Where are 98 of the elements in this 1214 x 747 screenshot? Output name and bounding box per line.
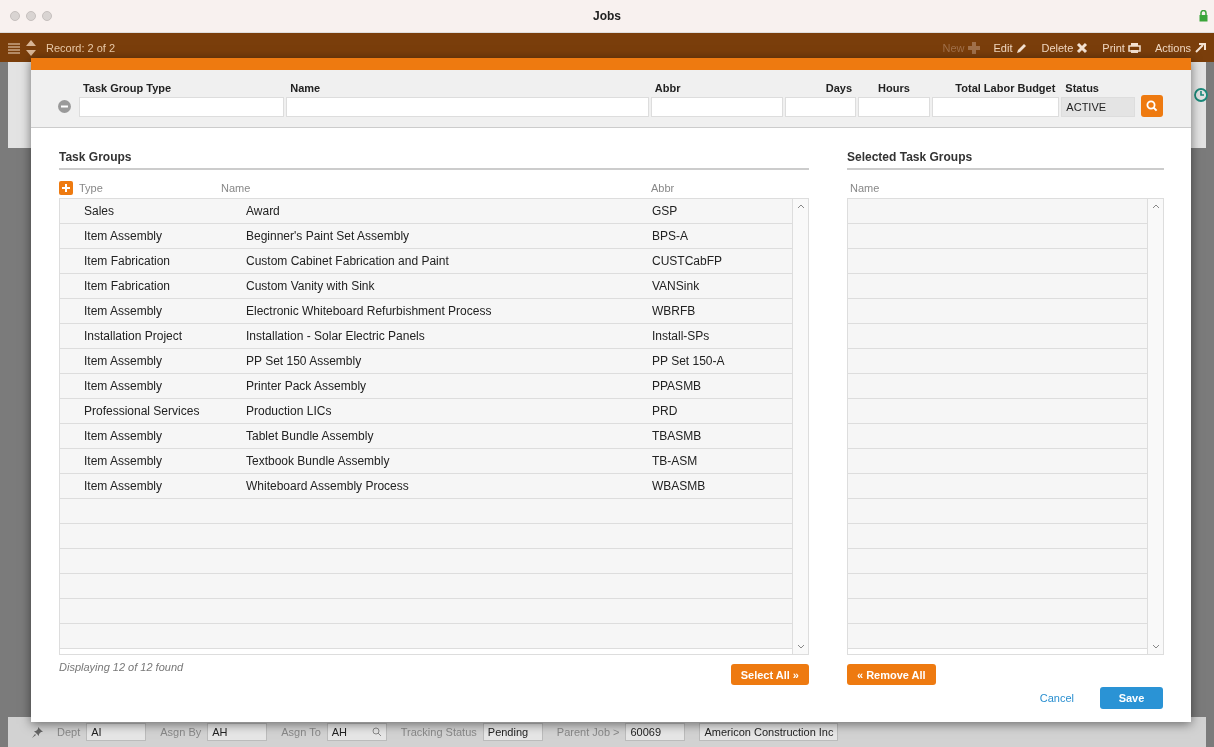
scroll-up-icon[interactable] <box>1151 203 1160 210</box>
table-cell: WBASMB <box>652 479 706 493</box>
table-cell-text: Item Assembly <box>83 379 164 393</box>
field-label: Status <box>1064 82 1100 94</box>
save-button[interactable]: Save <box>1100 687 1163 709</box>
table-cell-text: Item Assembly <box>83 229 164 243</box>
remove-icon[interactable] <box>58 100 71 113</box>
filter-field[interactable] <box>286 97 649 117</box>
toolbar-button[interactable]: Edit <box>993 41 1028 54</box>
table-cell: VANSink <box>652 279 700 293</box>
table-cell-text: Installation - Solar Electric Panels <box>245 329 426 343</box>
plus-icon <box>967 41 980 54</box>
field-label: Name <box>289 82 322 94</box>
table-cell: WBRFB <box>652 304 696 318</box>
sort-arrows-icon[interactable] <box>26 39 36 56</box>
table-cell: CUSTCabFP <box>652 254 722 268</box>
pin-icon[interactable] <box>32 726 43 738</box>
filter-field[interactable] <box>785 97 857 117</box>
scroll-down-icon[interactable] <box>796 643 805 650</box>
filter-field[interactable] <box>931 97 1060 117</box>
add-button[interactable] <box>59 181 73 195</box>
clock-icon <box>1194 88 1208 102</box>
table-cell-text: Item Assembly <box>83 354 164 368</box>
x-icon <box>1076 41 1089 54</box>
field-label: Asgn By <box>160 726 202 738</box>
record-counter: Record: 2 of 2 <box>46 41 116 54</box>
table-cell-text: Award <box>245 204 281 218</box>
column-header: Name <box>849 182 880 194</box>
result-count: Displaying 12 of 12 found <box>59 661 184 673</box>
table-cell: GSP <box>652 204 678 218</box>
cancel-button[interactable]: Cancel <box>1033 691 1080 705</box>
pencil-icon <box>1015 41 1028 54</box>
table-cell: PP Set 150-A <box>652 354 725 368</box>
table-cell-text: Whiteboard Assembly Process <box>245 479 410 493</box>
table-cell-text: Custom Cabinet Fabrication and Paint <box>245 254 450 268</box>
lock-icon <box>1199 10 1208 22</box>
search-button[interactable] <box>1141 95 1163 117</box>
filter-field[interactable] <box>858 97 930 117</box>
table-cell-text: Beginner's Paint Set Assembly <box>245 229 411 243</box>
field-label: Days <box>824 82 854 94</box>
table-cell-text: Printer Pack Assembly <box>245 379 368 393</box>
table-cell-text: Item Assembly <box>83 479 164 493</box>
search-icon <box>1146 100 1159 112</box>
filter-field[interactable] <box>650 97 784 117</box>
table-cell-text: Item Fabrication <box>83 279 172 293</box>
section-title: Task Groups <box>59 150 809 170</box>
scrollbar[interactable] <box>792 199 808 654</box>
table-cell-text: Item Assembly <box>83 429 164 443</box>
field-label: Asgn To <box>281 726 321 738</box>
table-cell-text: Sales <box>83 204 116 218</box>
filter-field[interactable]: ACTIVE <box>1061 97 1136 117</box>
window-title: Jobs <box>593 9 621 23</box>
table-cell: TB-ASM <box>652 454 698 468</box>
section-title: Selected Task Groups <box>847 150 1164 170</box>
table-cell-text: Item Assembly <box>83 454 164 468</box>
toolbar-button[interactable]: Actions <box>1154 41 1206 54</box>
table-cell: PRD <box>652 404 678 418</box>
status-field[interactable]: AI <box>86 723 147 741</box>
table-cell: PPASMB <box>652 379 702 393</box>
status-field[interactable]: AH <box>326 723 387 741</box>
column-header: Abbr <box>651 182 676 194</box>
field-label: Dept <box>57 726 81 738</box>
arrow-icon <box>1194 41 1206 54</box>
table-cell: TBASMB <box>652 429 702 443</box>
table-cell-text: Installation Project <box>83 329 184 343</box>
table-cell-text: Electronic Whiteboard Refurbishment Process <box>245 304 493 318</box>
filter-field[interactable] <box>78 97 285 117</box>
scroll-up-icon[interactable] <box>796 203 805 210</box>
menu-icon[interactable] <box>8 41 20 54</box>
field-label: Parent Job > <box>556 726 620 738</box>
field-label: Tracking Status <box>400 726 477 738</box>
printer-icon <box>1127 41 1141 54</box>
scrollbar[interactable] <box>1147 199 1163 654</box>
table-cell: BPS-A <box>652 229 688 243</box>
table-cell-text: Production LICs <box>245 404 333 418</box>
search-icon[interactable] <box>371 727 382 737</box>
table-cell-text: Item Fabrication <box>83 254 172 268</box>
table-cell-text: Textbook Bundle Assembly <box>245 454 391 468</box>
plus-icon <box>62 184 70 192</box>
table-cell-text: PP Set 150 Assembly <box>245 354 363 368</box>
table-cell-text: Item Assembly <box>83 304 164 318</box>
status-field[interactable]: AH <box>207 723 268 741</box>
toolbar-button[interactable]: Delete <box>1041 41 1089 54</box>
table-cell-text: Custom Vanity with Sink <box>245 279 376 293</box>
field-label: Abbr <box>653 82 682 94</box>
column-header: Type <box>79 182 104 194</box>
scroll-down-icon[interactable] <box>1151 643 1160 650</box>
field-label: Hours <box>877 82 911 94</box>
column-header: Name <box>221 182 252 194</box>
status-field[interactable]: Americon Construction Inc <box>699 723 839 741</box>
field-label: Total Labor Budget <box>954 82 1057 94</box>
status-field[interactable]: Pending <box>482 723 543 741</box>
toolbar-button[interactable]: Print <box>1102 41 1141 54</box>
status-field[interactable]: 60069 <box>625 723 686 741</box>
table-cell-text: Tablet Bundle Assembly <box>245 429 375 443</box>
table-cell-text: Professional Services <box>83 404 201 418</box>
table-cell: Install-SPs <box>652 329 710 343</box>
field-label: Task Group Type <box>81 82 173 94</box>
